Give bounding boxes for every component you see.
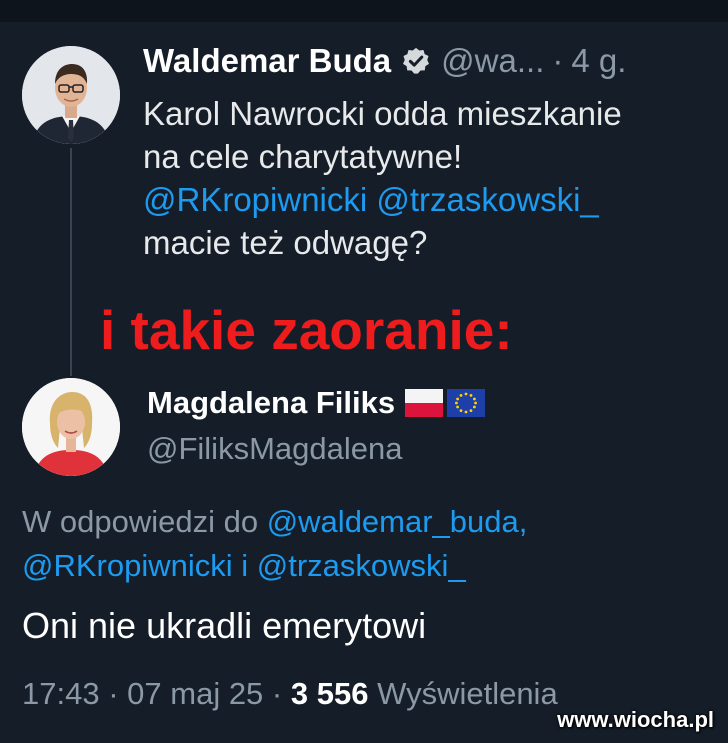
reply-conjunction: i (241, 548, 249, 583)
views-label: Wyświetlenia (377, 676, 558, 711)
reply-date[interactable]: 07 maj 25 (127, 676, 263, 711)
mention-link[interactable]: @trzaskowski_ (257, 548, 466, 583)
top-strip (0, 0, 728, 22)
avatar-waldemar-buda[interactable] (22, 46, 120, 144)
watermark: www.wiocha.pl (557, 707, 714, 732)
reply-meta-line: 17:43 · 07 maj 25 · 3 556 Wyświetlenia (22, 676, 558, 712)
avatar-magdalena-filiks[interactable] (22, 378, 120, 476)
tweet-line: na cele charytatywne! (143, 138, 463, 175)
mention-link[interactable]: @trzaskowski_ (376, 181, 598, 218)
reply-prefix: W odpowiedzi do (22, 504, 259, 539)
author-handle[interactable]: @wa... (441, 42, 544, 80)
replying-to-line: W odpowiedzi do @waldemar_buda, @RKropiw… (22, 500, 712, 588)
screenshot-frame: Waldemar Buda @wa... · 4 g. Karol Nawroc… (0, 0, 728, 743)
tweet-mentions-line: @RKropiwnicki @trzaskowski_ (143, 178, 713, 221)
poland-flag-icon (405, 389, 444, 417)
original-tweet-header: Waldemar Buda @wa... · 4 g. (143, 42, 626, 80)
header-separator: · (552, 42, 564, 79)
tweet-time[interactable]: 4 g. (571, 42, 626, 80)
mention-link[interactable]: @RKropiwnicki (143, 181, 367, 218)
tweet-line: Karol Nawrocki odda mieszkanie (143, 95, 622, 132)
views-count: 3 556 (290, 676, 369, 711)
thread-connector-line (70, 148, 72, 376)
reply-tweet-header: Magdalena Filiks (147, 385, 486, 421)
tweet-line: macie też odwagę? (143, 224, 428, 261)
verified-badge-icon (403, 47, 430, 74)
reply-tweet-text: Oni nie ukradli emerytowi (22, 605, 427, 646)
reply-author-name[interactable]: Magdalena Filiks (147, 385, 395, 421)
avatar-man-image (22, 46, 120, 144)
reply-time[interactable]: 17:43 (22, 676, 100, 711)
mention-link[interactable]: @waldemar_buda, (267, 504, 528, 539)
meta-separator: · (108, 676, 119, 711)
author-name[interactable]: Waldemar Buda (143, 42, 391, 80)
meta-separator: · (271, 676, 283, 711)
reply-author-handle[interactable]: @FiliksMagdalena (147, 431, 402, 467)
original-tweet-text: Karol Nawrocki odda mieszkanie na cele c… (143, 92, 713, 264)
overlay-caption: i takie zaoranie: (100, 299, 513, 361)
eu-flag-icon (447, 389, 486, 417)
mention-link[interactable]: @RKropiwnicki (22, 548, 233, 583)
avatar-woman-image (22, 378, 120, 476)
